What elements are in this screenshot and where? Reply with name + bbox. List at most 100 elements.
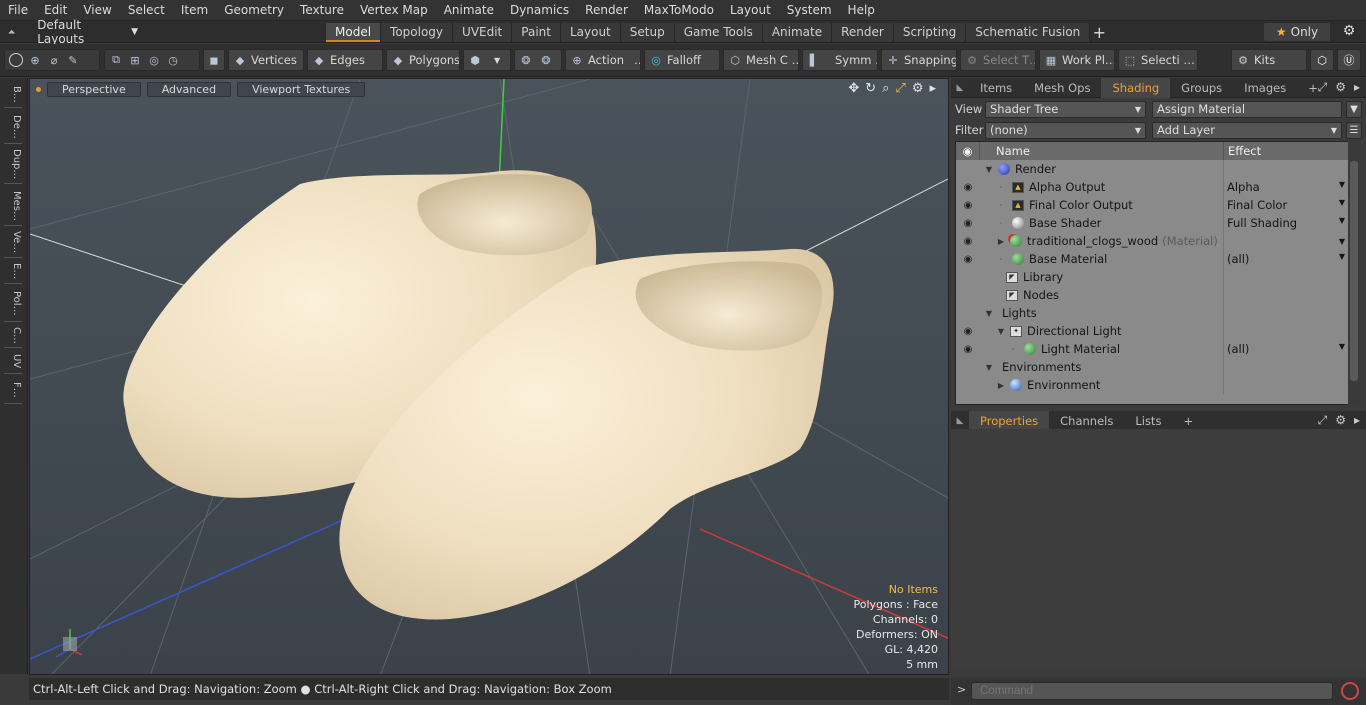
unreal-button[interactable]: Ⓤ: [1337, 49, 1361, 71]
clock-icon[interactable]: ◷: [166, 53, 180, 67]
tab-game-tools[interactable]: Game Tools: [674, 23, 763, 42]
effect-dropdown[interactable]: Final Color ▼: [1224, 198, 1349, 212]
left-tab-curve[interactable]: C…: [4, 324, 22, 348]
play-icon[interactable]: ▸: [1354, 413, 1360, 428]
left-tab-fusion[interactable]: F…: [4, 376, 22, 404]
tab-topology[interactable]: Topology: [381, 23, 454, 42]
menu-select[interactable]: Select: [120, 0, 173, 21]
left-tab-deform[interactable]: De…: [4, 110, 22, 144]
add-layer-dropdown[interactable]: Add Layer ▼: [1152, 121, 1342, 139]
menu-layout[interactable]: Layout: [722, 0, 779, 21]
tab-render[interactable]: Render: [832, 23, 894, 42]
work-plane-button[interactable]: ▦ Work Pl…: [1039, 49, 1115, 71]
effect-dropdown[interactable]: ▼: [1224, 237, 1349, 246]
viewport-3d[interactable]: Perspective Advanced Viewport Textures ✥…: [29, 78, 949, 675]
symmetry-alt-icon[interactable]: ❂: [539, 53, 553, 67]
polygons-button[interactable]: ◆ Polygons: [386, 49, 460, 71]
tab-schematic-fusion[interactable]: Schematic Fusion: [966, 23, 1091, 42]
tree-row-nodes[interactable]: ◤ Nodes: [956, 286, 1349, 304]
eye-icon[interactable]: ◉: [956, 344, 980, 355]
play-icon[interactable]: ▸: [1354, 80, 1360, 95]
add-tab-button[interactable]: +: [1090, 23, 1108, 42]
play-icon[interactable]: ▸: [929, 81, 936, 96]
gear-icon[interactable]: ⚙: [1338, 23, 1360, 41]
perspective-button[interactable]: Perspective: [47, 81, 141, 97]
expand-down-icon[interactable]: ▼: [984, 309, 994, 318]
scroll-thumb[interactable]: [1350, 161, 1358, 381]
tab-layout[interactable]: Layout: [560, 23, 621, 42]
panel-grip-icon[interactable]: ◣: [951, 416, 969, 426]
menu-animate[interactable]: Animate: [436, 0, 502, 21]
pan-icon[interactable]: ✥: [848, 81, 859, 96]
expand-down-icon[interactable]: ▼: [984, 363, 994, 372]
effect-dropdown[interactable]: (all) ▼: [1224, 252, 1349, 266]
tree-row-base-material[interactable]: ◉ · Base Material (all) ▼: [956, 250, 1349, 268]
expand-right-icon[interactable]: ▶: [996, 237, 1006, 246]
tree-row-alpha-output[interactable]: ◉ · ▲ Alpha Output Alpha ▼: [956, 178, 1349, 196]
left-tab-edge[interactable]: E…: [4, 260, 22, 284]
rotate-icon[interactable]: ↻: [865, 81, 876, 96]
menu-geometry[interactable]: Geometry: [216, 0, 292, 21]
panel-grip-icon[interactable]: ◣: [951, 83, 969, 93]
assign-material-dropdown[interactable]: Assign Material: [1152, 100, 1342, 118]
tree-row-final-color-output[interactable]: ◉ · ▲ Final Color Output Final Color ▼: [956, 196, 1349, 214]
sphere-select-icon[interactable]: ⊕: [28, 53, 42, 67]
tab-lists[interactable]: Lists: [1124, 411, 1172, 431]
gear-icon[interactable]: ⚙: [1335, 413, 1346, 428]
menu-vertex-map[interactable]: Vertex Map: [352, 0, 436, 21]
tree-row-library[interactable]: ◤ Library: [956, 268, 1349, 286]
left-tab-vertex[interactable]: Ve…: [4, 228, 22, 258]
tab-uvedit[interactable]: UVEdit: [453, 23, 513, 42]
menu-help[interactable]: Help: [840, 0, 883, 21]
layout-select[interactable]: ⏶ Default Layouts ▼: [4, 18, 138, 46]
tree-row-environments[interactable]: ▼ Environments: [956, 358, 1349, 376]
menu-item[interactable]: Item: [173, 0, 216, 21]
eye-icon[interactable]: ◉: [956, 236, 980, 247]
menu-render[interactable]: Render: [577, 0, 636, 21]
tab-paint[interactable]: Paint: [512, 23, 561, 42]
menu-file[interactable]: File: [0, 0, 36, 21]
left-tab-uv[interactable]: UV: [4, 350, 22, 374]
tree-row-base-shader[interactable]: ◉ · Base Shader Full Shading ▼: [956, 214, 1349, 232]
eye-icon[interactable]: ◉: [956, 254, 980, 265]
tab-mesh-ops[interactable]: Mesh Ops: [1023, 78, 1101, 98]
tree-row-lights[interactable]: ▼ Lights: [956, 304, 1349, 322]
eye-icon[interactable]: ◉: [956, 200, 980, 211]
material-mode-button[interactable]: ⬢ ▼: [463, 49, 511, 71]
effect-dropdown[interactable]: Alpha ▼: [1224, 180, 1349, 194]
tree-scrollbar[interactable]: [1348, 141, 1360, 405]
filter-dropdown[interactable]: (none) ▼: [985, 121, 1146, 139]
menu-maxtomodo[interactable]: MaxToModo: [636, 0, 722, 21]
expand-right-icon[interactable]: ▶: [996, 381, 1006, 390]
lasso-icon[interactable]: ⌀: [47, 53, 61, 67]
menu-texture[interactable]: Texture: [292, 0, 352, 21]
tab-items[interactable]: Items: [969, 78, 1023, 98]
circle-select-icon[interactable]: [9, 53, 23, 67]
action-center-button[interactable]: ⊕Action…: [565, 49, 641, 71]
brush-icon[interactable]: ✎: [66, 53, 80, 67]
filter-funnel-icon[interactable]: ▼: [1346, 100, 1362, 118]
left-tab-duplicate[interactable]: Dup…: [4, 146, 22, 184]
symmetry-button[interactable]: ▌ Symm …: [802, 49, 878, 71]
expand-icon[interactable]: ⤢: [1318, 413, 1328, 428]
left-tab-mesh-edit[interactable]: Mes…: [4, 186, 22, 226]
tab-model[interactable]: Model: [326, 23, 382, 42]
menu-system[interactable]: System: [779, 0, 840, 21]
tab-groups[interactable]: Groups: [1170, 78, 1233, 98]
unity-button[interactable]: ⬡: [1310, 49, 1334, 71]
vertices-button[interactable]: ◆ Vertices: [228, 49, 304, 71]
view-dropdown[interactable]: Shader Tree ▼: [985, 100, 1146, 118]
snapping-button[interactable]: ✛ Snapping: [881, 49, 957, 71]
tree-row-render[interactable]: ▼ Render: [956, 160, 1349, 178]
symmetry-icon[interactable]: ❂: [519, 53, 533, 67]
effect-dropdown[interactable]: (all) ▼: [1224, 342, 1349, 356]
gear-icon[interactable]: ⚙: [912, 81, 924, 96]
expand-down-icon[interactable]: ▼: [996, 327, 1006, 336]
column-effect[interactable]: Effect: [1224, 142, 1261, 160]
kits-button[interactable]: ⚙ Kits: [1231, 49, 1307, 71]
eye-icon[interactable]: ◉: [956, 326, 980, 337]
expand-down-icon[interactable]: ▼: [984, 165, 994, 174]
command-input[interactable]: [971, 682, 1333, 700]
list-options-icon[interactable]: ☰: [1346, 121, 1362, 139]
tree-row-environment[interactable]: ▶ Environment: [956, 376, 1349, 394]
